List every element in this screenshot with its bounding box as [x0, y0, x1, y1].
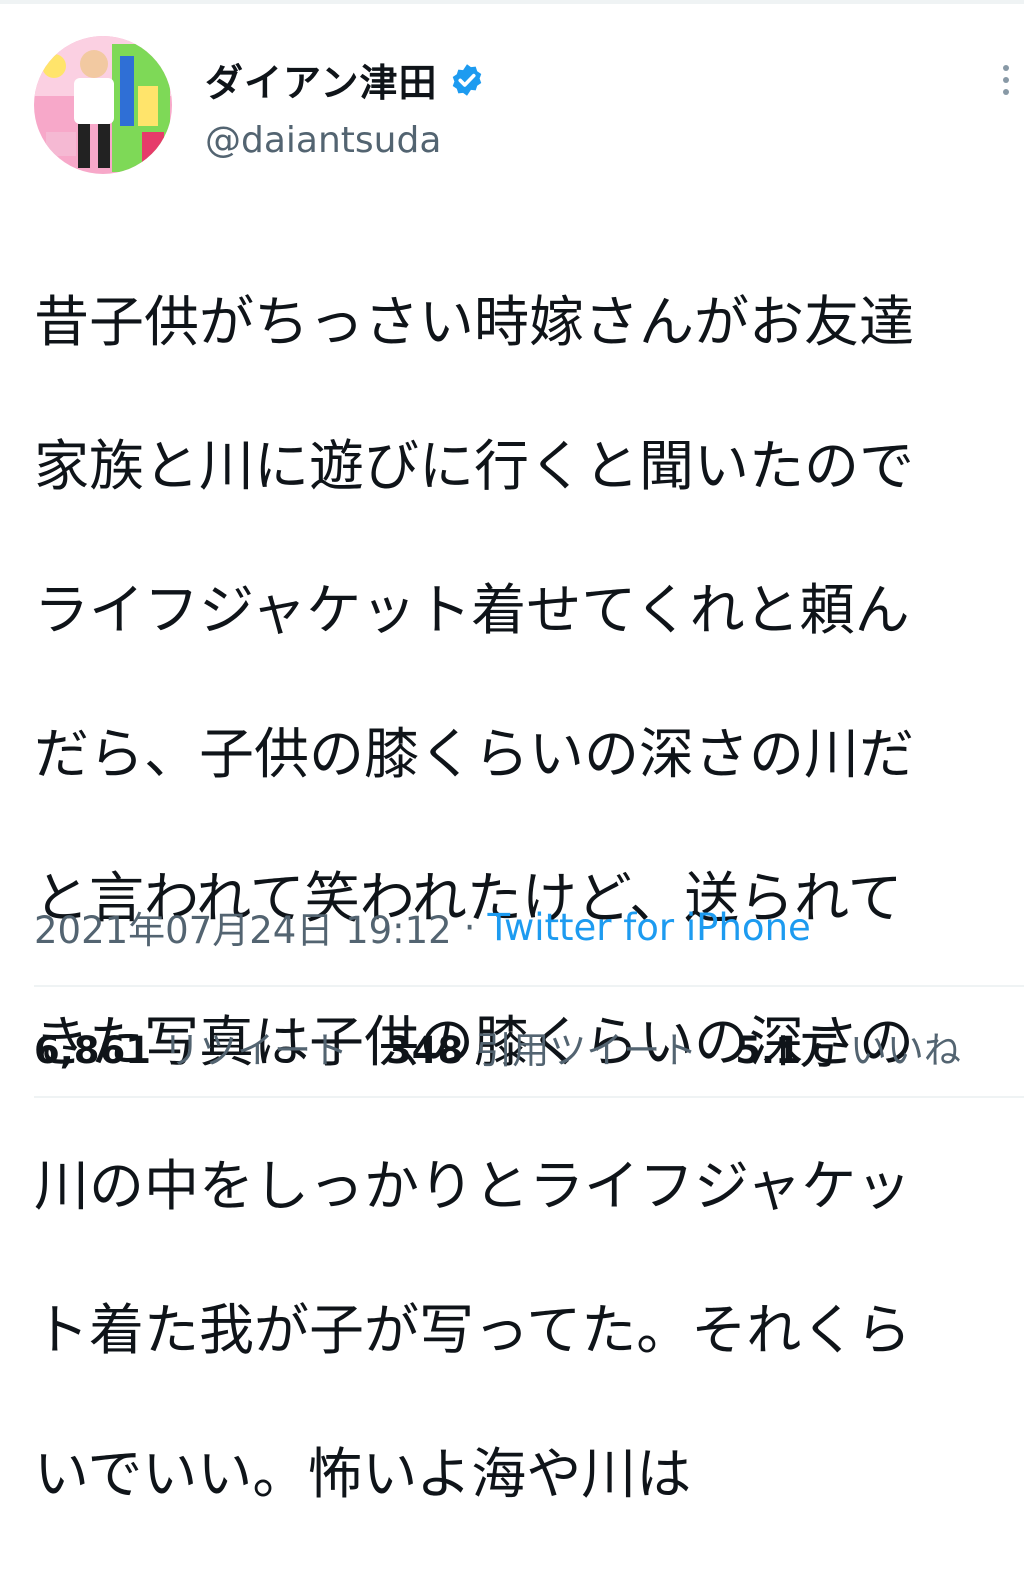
verified-badge-icon [449, 62, 485, 98]
tweet-timestamp[interactable]: 2021年07月24日 19:12 [34, 900, 452, 954]
retweets-label: リツイート [163, 1029, 349, 1072]
tweet-source-link[interactable]: Twitter for iPhone [487, 906, 810, 949]
tweet-line: ライフジャケット着せてくれと頼ん [34, 578, 910, 642]
divider [34, 985, 1024, 987]
tweet-meta: 2021年07月24日 19:12 · Twitter for iPhone [34, 900, 811, 954]
likes-stat[interactable]: 5.1万 いいね [735, 1020, 961, 1074]
likes-count: 5.1万 [735, 1029, 838, 1072]
tweet-stats: 6,861 リツイート 348 引用ツイート 5.1万 いいね [34, 1020, 999, 1074]
meta-separator: · [463, 905, 476, 949]
quotes-label: 引用ツイート [475, 1029, 698, 1072]
top-divider [0, 0, 1024, 4]
retweets-stat[interactable]: 6,861 リツイート [34, 1020, 348, 1074]
author-handle[interactable]: @daiantsuda [205, 120, 441, 161]
author-name-row[interactable]: ダイアン津田 [205, 52, 485, 107]
tweet-text: 昔子供がちっさい時嫁さんがお友達 家族と川に遊びに行くと聞いたので ライフジャケ… [34, 214, 994, 1582]
tweet-line: 家族と川に遊びに行くと聞いたので [34, 434, 915, 498]
more-vertical-icon[interactable] [996, 60, 1016, 100]
tweet-line: 昔子供がちっさい時嫁さんがお友達 [34, 290, 915, 354]
author-display-name[interactable]: ダイアン津田 [205, 52, 437, 107]
tweet-line: 川の中をしっかりとライフジャケッ [34, 1154, 912, 1218]
divider [34, 1096, 1024, 1098]
quotes-count: 348 [386, 1029, 464, 1072]
retweets-count: 6,861 [34, 1029, 152, 1072]
quotes-stat[interactable]: 348 引用ツイート [386, 1020, 697, 1074]
likes-label: いいね [849, 1029, 961, 1072]
avatar-image [34, 36, 172, 174]
tweet-line: いでいい。怖いよ海や川は [34, 1442, 692, 1506]
avatar[interactable] [34, 36, 172, 174]
tweet-line: ト着た我が子が写ってた。それくら [34, 1298, 912, 1362]
tweet-line: だら、子供の膝くらいの深さの川だ [34, 722, 915, 786]
